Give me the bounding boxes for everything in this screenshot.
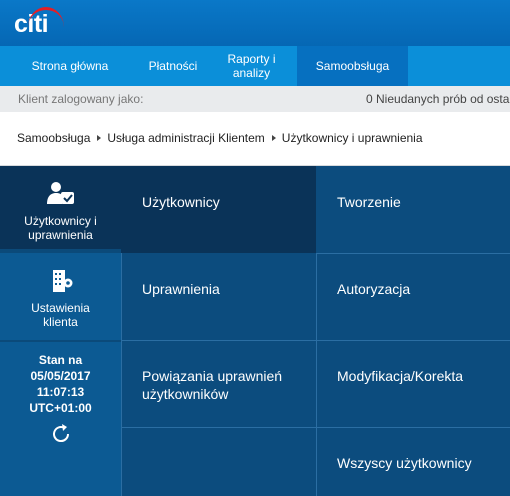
timestamp-label: Stan na: [38, 353, 83, 367]
main-nav: Strona główna Płatności Raporty i analiz…: [0, 46, 510, 86]
menu-all-users[interactable]: Wszyscy użytkownicy: [316, 427, 510, 496]
breadcrumb: Samoobsługa Usługa administracji Kliente…: [17, 131, 423, 145]
data-timestamp-panel: Stan na 05/05/2017 11:07:13 UTC+01:00: [0, 342, 121, 496]
menu-users-label: Użytkownicy: [142, 194, 220, 210]
breadcrumb-item-client-admin[interactable]: Usługa administracji Klientem: [107, 131, 264, 145]
tab-self-service[interactable]: Samoobsługa: [297, 46, 408, 86]
timestamp-timezone: UTC+01:00: [29, 401, 92, 415]
menu-create-label: Tworzenie: [337, 194, 401, 210]
refresh-icon[interactable]: [49, 422, 73, 446]
menu-modify-label: Modyfikacja/Korekta: [337, 368, 464, 384]
nav-filler: [408, 46, 510, 86]
menu-modify[interactable]: Modyfikacja/Korekta: [316, 340, 510, 427]
breadcrumb-arrow-icon: [271, 135, 276, 141]
timestamp-time: 11:07:13: [36, 385, 85, 399]
rail-item-users-permissions[interactable]: Użytkownicy i uprawnienia: [0, 166, 121, 249]
timestamp-date: 05/05/2017: [30, 369, 91, 383]
logged-in-label: Klient zalogowany jako:: [18, 92, 144, 106]
menu-all-users-label: Wszyscy użytkownicy: [337, 455, 472, 471]
breadcrumb-item-self-service[interactable]: Samoobsługa: [17, 131, 90, 145]
breadcrumb-arrow-icon: [97, 135, 102, 141]
failed-attempts-text: 0 Nieudanych prób od osta: [366, 92, 510, 106]
grid-line: [316, 253, 317, 496]
tab-payments[interactable]: Płatności: [140, 46, 206, 86]
tab-home[interactable]: Strona główna: [0, 46, 140, 86]
menu-permissions-label: Uprawnienia: [142, 281, 220, 297]
user-check-icon: [46, 182, 74, 204]
tab-reports[interactable]: Raporty i analizy: [206, 46, 297, 86]
left-rail: Użytkownicy i uprawnienia Ustawienia kli…: [0, 166, 121, 496]
rail-users-label: Użytkownicy i uprawnienia: [24, 214, 97, 242]
rail-item-client-settings[interactable]: Ustawienia klienta: [0, 253, 121, 340]
building-gear-icon: [52, 270, 72, 292]
citi-logo[interactable]: citi: [14, 7, 70, 38]
menu-users[interactable]: Użytkownicy: [121, 166, 316, 253]
menu-permission-links[interactable]: Powiązania uprawnień użytkowników: [121, 340, 316, 427]
rail-settings-label: Ustawienia klienta: [31, 301, 90, 329]
menu-empty-cell: [121, 427, 316, 496]
menu-permissions[interactable]: Uprawnienia: [121, 253, 316, 340]
grid-line: [316, 253, 510, 254]
session-status-bar: Klient zalogowany jako: 0 Nieudanych pró…: [0, 86, 510, 112]
grid-line: [121, 253, 122, 496]
tab-reports-label: Raporty i analizy: [227, 52, 276, 80]
menu-authorization-label: Autoryzacja: [337, 281, 411, 297]
menu-authorization[interactable]: Autoryzacja: [316, 253, 510, 340]
menu-permission-links-label: Powiązania uprawnień użytkowników: [142, 368, 283, 402]
breadcrumb-item-users-permissions: Użytkownicy i uprawnienia: [281, 131, 423, 145]
top-header: citi: [0, 0, 510, 46]
menu-create[interactable]: Tworzenie: [316, 166, 510, 253]
